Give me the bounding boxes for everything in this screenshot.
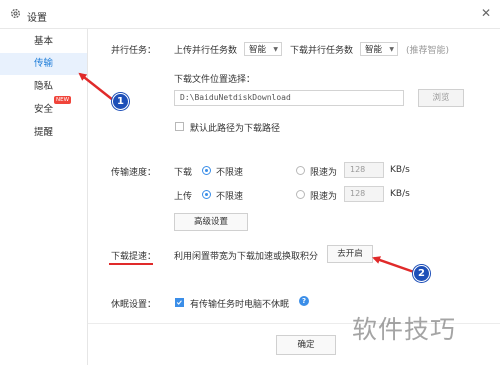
new-badge: NEW (54, 96, 72, 104)
download-limit-label: 限速为 (310, 168, 338, 178)
sidebar-item-label: 隐私 (34, 81, 54, 92)
select-value: 智能 (365, 45, 383, 55)
recommend-hint: (推荐智能) (406, 46, 450, 56)
chevron-down-icon: ▼ (273, 46, 278, 53)
chevron-down-icon: ▼ (389, 46, 394, 53)
upload-limit-radio[interactable] (296, 190, 305, 199)
speed-label: 传输速度： (111, 168, 157, 178)
step-marker-2: 2 (413, 265, 430, 282)
sidebar-item-privacy[interactable]: 隐私 (0, 76, 87, 98)
upload-limit-label: 限速为 (310, 192, 338, 202)
close-icon[interactable]: ✕ (478, 5, 494, 21)
sidebar-item-basic[interactable]: 基本 (0, 31, 87, 53)
step-marker-1: 1 (112, 93, 129, 110)
default-path-checkbox[interactable] (175, 122, 184, 131)
accelerate-label: 下载提速： (111, 252, 157, 262)
upload-parallel-label: 上传并行任务数 (174, 46, 238, 56)
title-bar (0, 0, 500, 29)
watermark: 软件技巧 (352, 315, 457, 344)
download-unit-label: KB/s (390, 165, 410, 175)
sidebar-item-label: 提醒 (34, 127, 54, 138)
download-limit-radio[interactable] (296, 166, 305, 175)
upload-speed-label: 上传 (174, 192, 193, 202)
upload-unit-label: KB/s (390, 189, 410, 199)
upload-limit-input[interactable]: 128 (344, 186, 384, 202)
sidebar-item-label: 安全 (34, 104, 54, 115)
select-value: 智能 (249, 45, 267, 55)
sidebar-item-security[interactable]: 安全 NEW (0, 96, 87, 121)
advanced-settings-button[interactable]: 高级设置 (174, 213, 248, 231)
download-limit-input[interactable]: 128 (344, 162, 384, 178)
download-speed-label: 下载 (174, 168, 193, 178)
browse-button[interactable]: 浏览 (418, 89, 464, 107)
download-unlimited-label: 不限速 (216, 168, 244, 178)
check-icon (176, 300, 182, 305)
sidebar: 基本 传输 隐私 安全 NEW 提醒 (0, 29, 88, 365)
download-unlimited-radio[interactable] (202, 166, 211, 175)
upload-parallel-select[interactable]: 智能 ▼ (244, 42, 282, 56)
sidebar-item-reminder[interactable]: 提醒 (0, 122, 87, 144)
download-parallel-label: 下载并行任务数 (290, 46, 354, 56)
default-path-label: 默认此路径为下载路径 (190, 124, 281, 134)
download-location-label: 下载文件位置选择： (174, 75, 256, 85)
window-title: 设置 (27, 13, 47, 24)
enable-accelerate-button[interactable]: 去开启 (327, 245, 373, 263)
upload-unlimited-radio[interactable] (202, 190, 211, 199)
no-sleep-checkbox[interactable] (175, 298, 184, 307)
no-sleep-label: 有传输任务时电脑不休眠 (190, 300, 290, 310)
sidebar-item-label: 传输 (34, 58, 54, 69)
gear-icon (11, 9, 20, 18)
arrow-2 (372, 256, 415, 274)
download-parallel-select[interactable]: 智能 ▼ (360, 42, 398, 56)
download-path-field[interactable]: D:\BaiduNetdiskDownload (174, 90, 404, 106)
sidebar-item-label: 基本 (34, 36, 54, 47)
sidebar-item-transfer[interactable]: 传输 (0, 53, 87, 75)
sleep-label: 休眠设置： (111, 300, 157, 310)
parallel-label: 并行任务： (111, 46, 157, 56)
help-icon[interactable]: ? (299, 296, 309, 306)
highlight-underline (109, 263, 153, 265)
accelerate-description: 利用闲置带宽为下载加速或换取积分 (174, 252, 319, 262)
upload-unlimited-label: 不限速 (216, 192, 244, 202)
confirm-button[interactable]: 确定 (276, 335, 336, 355)
